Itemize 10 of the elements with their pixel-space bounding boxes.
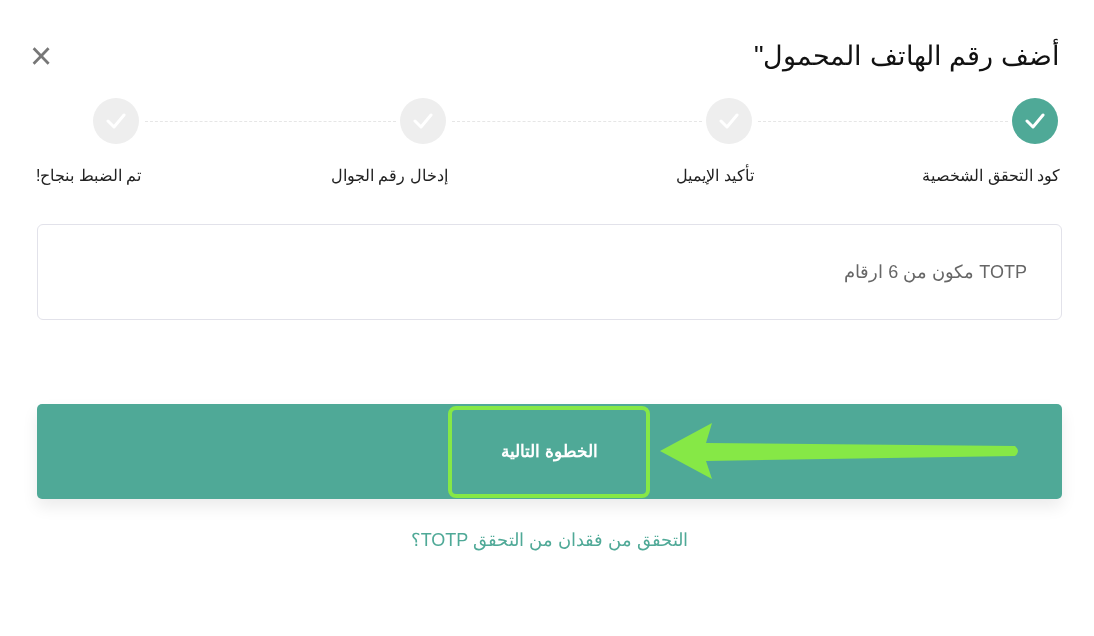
dialog-title: أضف رقم الهاتف المحمول" — [753, 34, 1060, 78]
check-icon — [1025, 113, 1045, 129]
close-button[interactable]: × — [30, 37, 53, 75]
step-label: إدخال رقم الجوال — [330, 166, 448, 187]
next-step-button[interactable]: الخطوة التالية — [37, 404, 1062, 499]
step-label: تأكيد الإيميل — [676, 164, 754, 188]
step-label: تم الضبط بنجاح! — [36, 166, 142, 187]
lost-totp-link[interactable]: التحقق من فقدان من التحقق TOTP؟ — [410, 527, 689, 554]
totp-input-field[interactable]: TOTP مكون من 6 ارقام — [37, 224, 1062, 320]
step-label: كود التحقق الشخصية — [922, 166, 1060, 187]
